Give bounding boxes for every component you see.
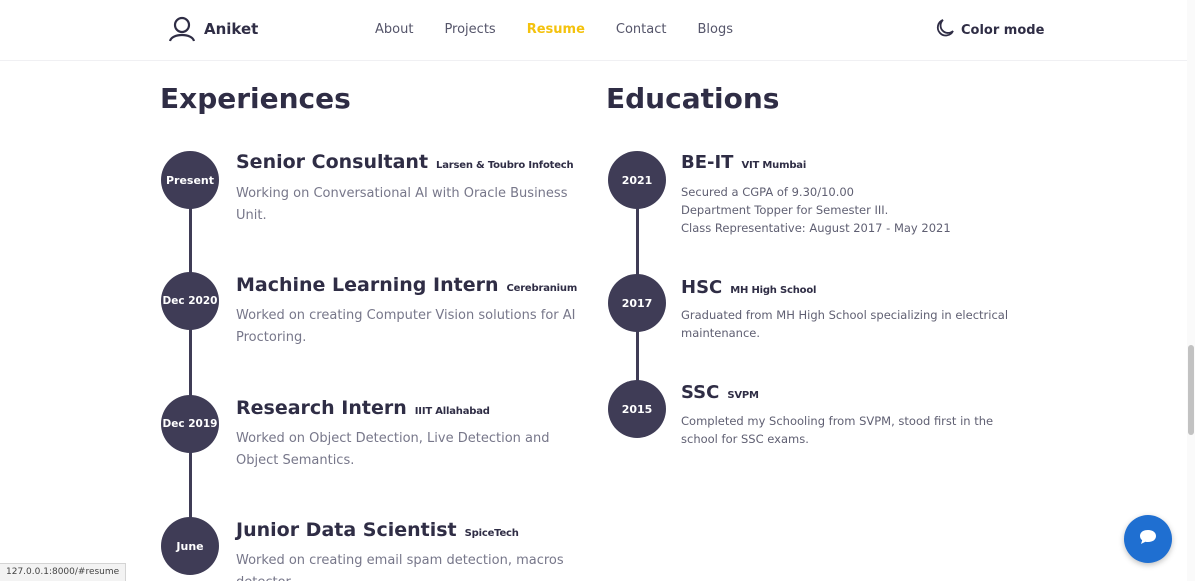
role-title: Machine Learning Intern — [236, 274, 499, 296]
date-badge: June — [161, 517, 219, 575]
brand[interactable]: Aniket — [168, 16, 258, 42]
page-scrollbar[interactable] — [1187, 0, 1195, 581]
degree-title: HSC — [681, 277, 723, 298]
chat-button[interactable] — [1124, 515, 1172, 563]
org-name: Larsen & Toubro Infotech — [436, 160, 574, 171]
description-line: Class Representative: August 2017 - May … — [681, 221, 951, 235]
date-badge: Dec 2020 — [161, 272, 219, 330]
org-name: SpiceTech — [464, 528, 519, 539]
role-description: Worked on creating Computer Vision solut… — [236, 308, 576, 345]
moon-icon — [935, 18, 955, 42]
org-name: IIIT Allahabad — [414, 406, 490, 417]
year-badge: 2017 — [608, 274, 666, 332]
nav-links: About Projects Resume Contact Blogs — [375, 22, 764, 37]
educations-title: Educations — [606, 82, 780, 115]
top-nav: Aniket About Projects Resume Contact Blo… — [0, 0, 1195, 61]
year-badge: 2021 — [608, 151, 666, 209]
education-description: Graduated from MH High School specializi… — [681, 306, 1011, 342]
institution-name: VIT Mumbai — [741, 160, 807, 171]
description-line: Completed my Schooling from SVPM, stood … — [681, 414, 994, 446]
brand-name: Aniket — [204, 20, 259, 38]
role-description: Worked on creating email spam detection,… — [236, 553, 564, 581]
institution-name: SVPM — [727, 390, 759, 401]
role-title: Research Intern — [236, 397, 407, 419]
experiences-title: Experiences — [160, 82, 351, 115]
nav-link-contact[interactable]: Contact — [616, 22, 667, 37]
description-line: Secured a CGPA of 9.30/10.00 — [681, 185, 854, 199]
nav-link-about[interactable]: About — [375, 22, 413, 37]
scrollbar-thumb[interactable] — [1188, 345, 1194, 435]
color-mode-label: Color mode — [961, 22, 1045, 38]
institution-name: MH High School — [730, 285, 817, 296]
experience-timeline-line — [189, 180, 192, 546]
chat-icon — [1138, 528, 1158, 550]
color-mode-toggle[interactable]: Color mode — [935, 18, 1044, 42]
date-badge: Present — [161, 151, 219, 209]
nav-link-resume[interactable]: Resume — [527, 22, 585, 37]
education-description: Secured a CGPA of 9.30/10.00 Department … — [681, 183, 1011, 237]
education-description: Completed my Schooling from SVPM, stood … — [681, 412, 1011, 448]
description-line: Graduated from MH High School specializi… — [681, 308, 1009, 340]
role-description: Worked on Object Detection, Live Detecti… — [236, 431, 550, 468]
user-icon — [168, 16, 196, 42]
date-badge: Dec 2019 — [161, 395, 219, 453]
degree-title: SSC — [681, 382, 720, 403]
role-title: Junior Data Scientist — [236, 519, 457, 541]
nav-link-projects[interactable]: Projects — [444, 22, 495, 37]
role-description: Working on Conversational AI with Oracle… — [236, 186, 568, 223]
year-badge: 2015 — [608, 380, 666, 438]
description-line: Department Topper for Semester III. — [681, 203, 889, 217]
role-title: Senior Consultant — [236, 151, 429, 173]
nav-link-blogs[interactable]: Blogs — [697, 22, 733, 37]
degree-title: BE-IT — [681, 152, 734, 173]
org-name: Cerebranium — [506, 283, 578, 294]
status-bar-url: 127.0.0.1:8000/#resume — [0, 563, 127, 581]
